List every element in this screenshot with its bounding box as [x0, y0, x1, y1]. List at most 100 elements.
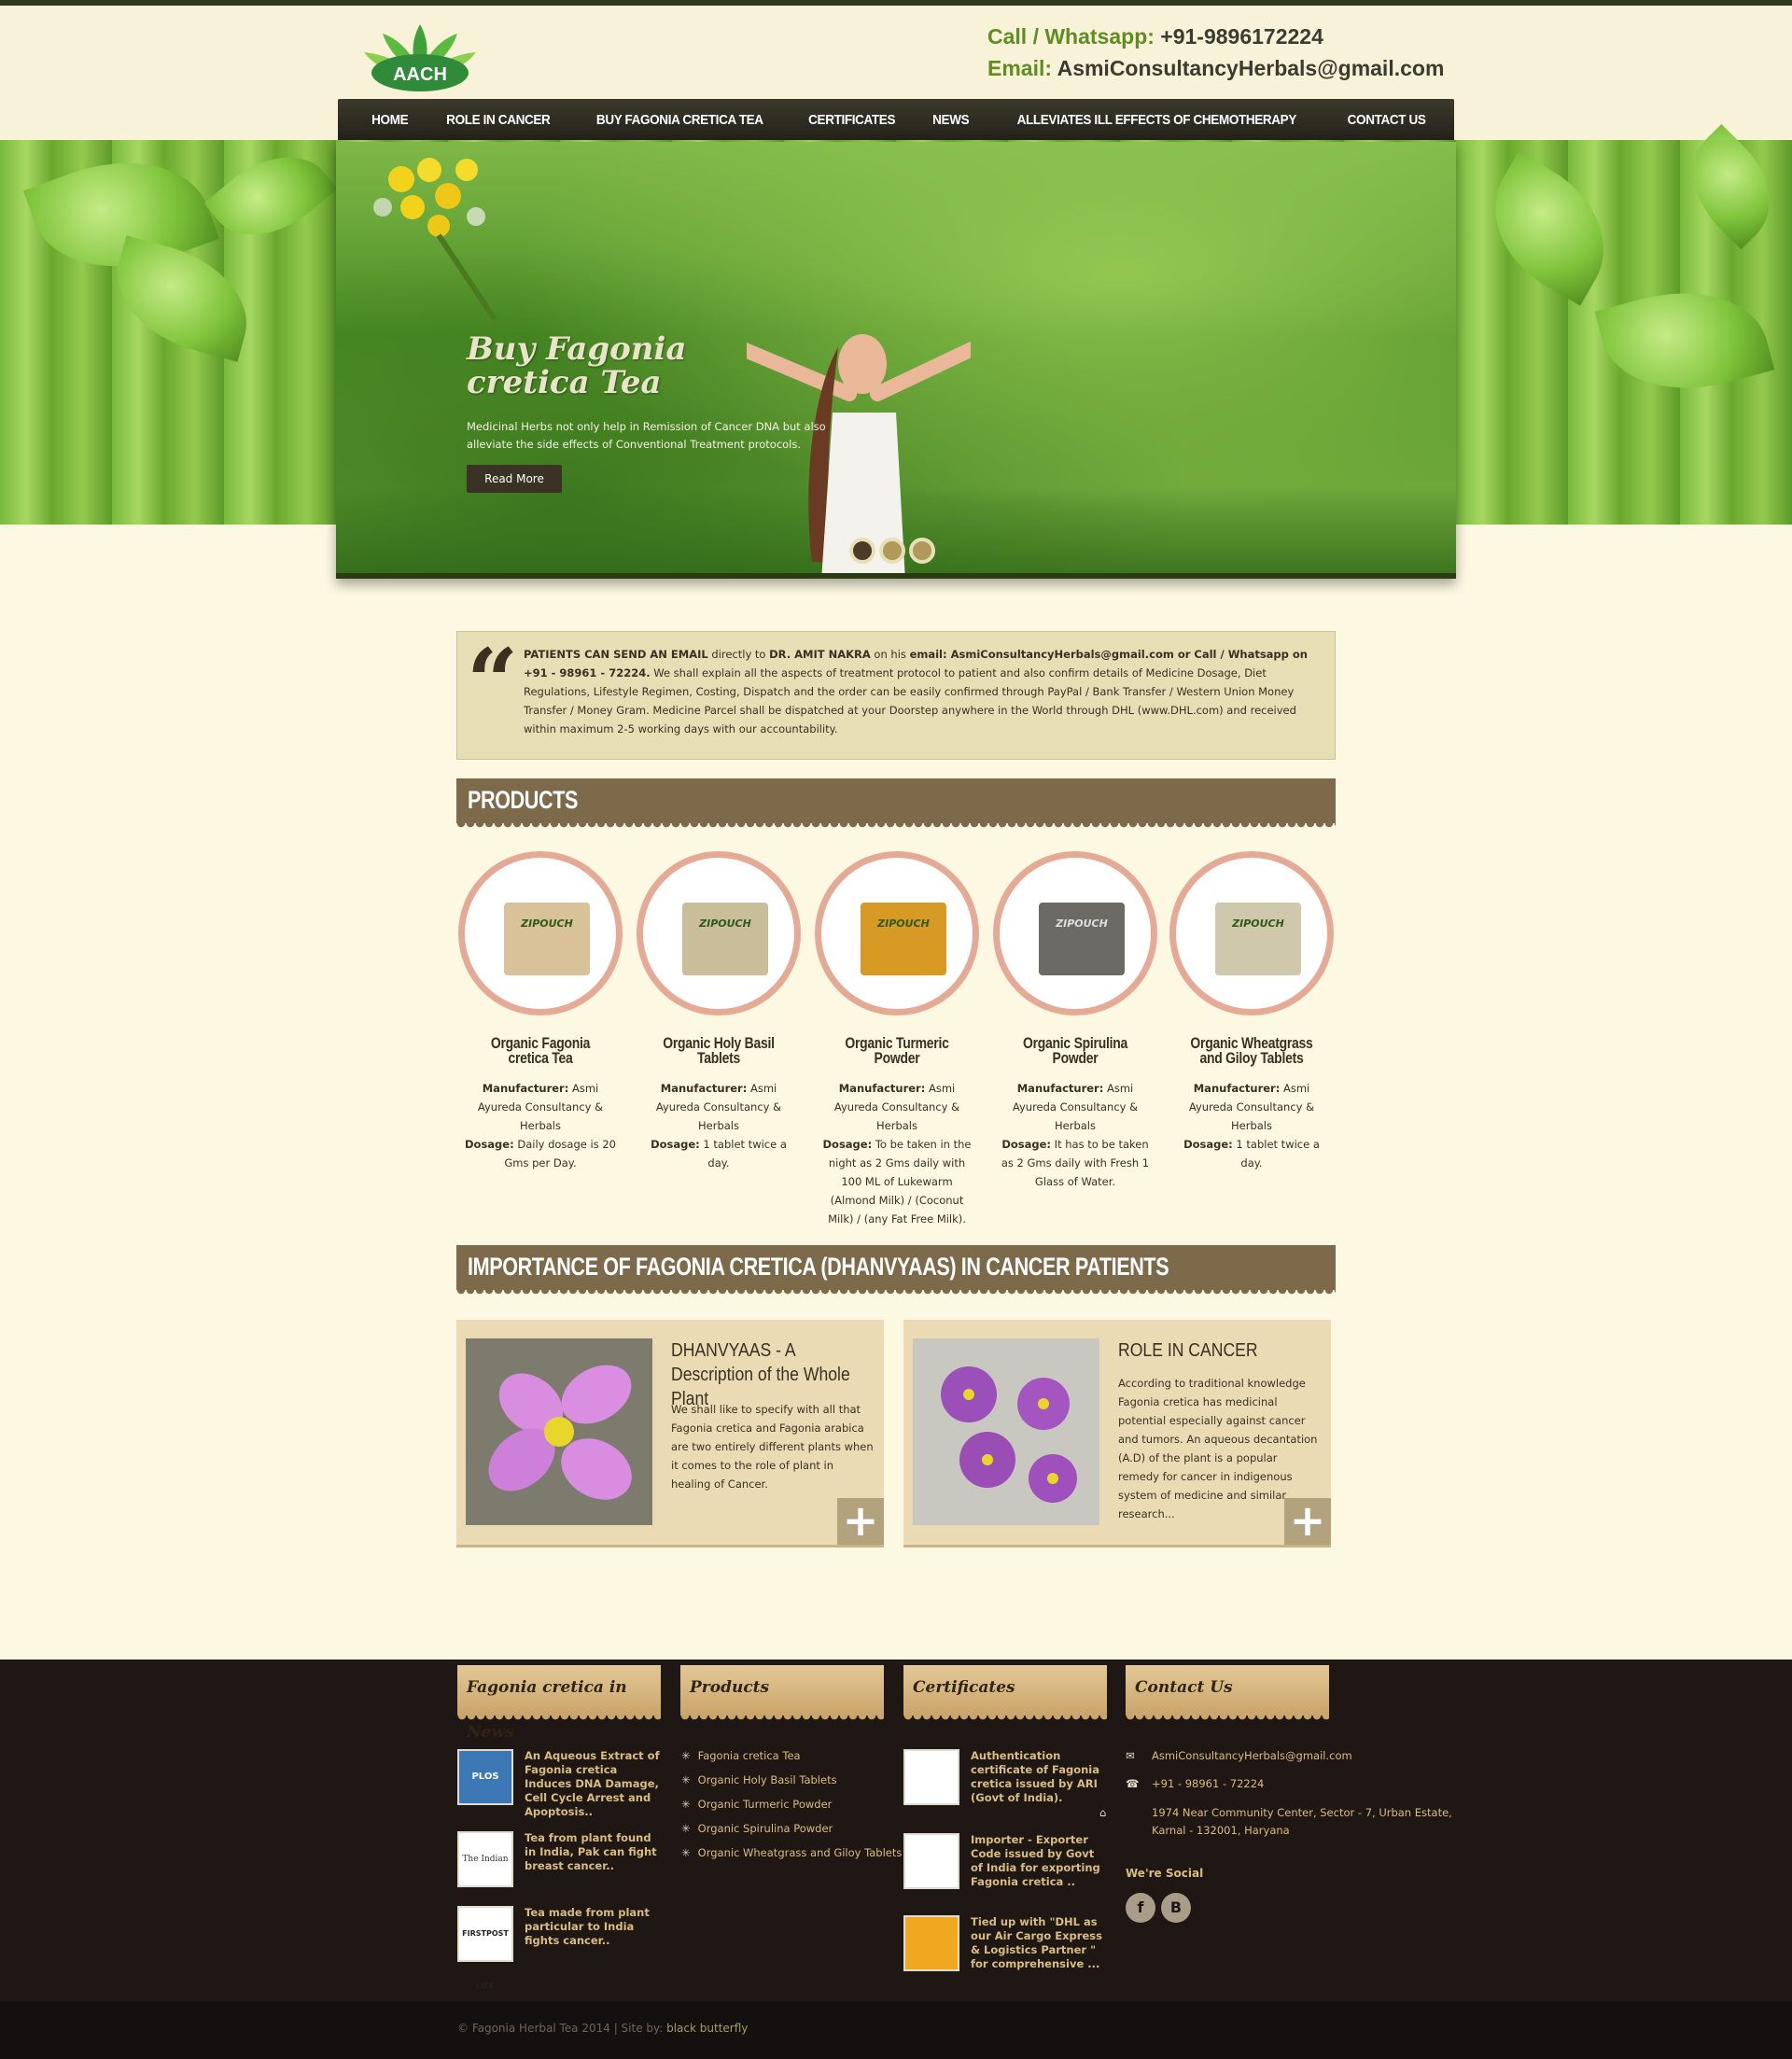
news-link[interactable]: An Aqueous Extract of Fagonia cretica In…: [525, 1749, 663, 1819]
product-card[interactable]: ZIPOUCH Organic Holy Basil Tablets Manuf…: [635, 851, 803, 1172]
certificate-link[interactable]: Importer - Exporter Code issued by Govt …: [971, 1833, 1109, 1889]
news-thumbnail[interactable]: FIRSTPOST LIFE: [457, 1906, 513, 1990]
importance-card: ROLE IN CANCER According to traditional …: [903, 1320, 1331, 1548]
footer-product-item[interactable]: ✳ Fagonia cretica Tea: [681, 1744, 902, 1768]
card-title[interactable]: ROLE IN CANCER: [1118, 1338, 1299, 1363]
product-name[interactable]: Organic Holy Basil Tablets: [650, 1035, 788, 1066]
leaf-decor: [1466, 151, 1632, 306]
certificate-link[interactable]: Tied up with "DHL as our Air Cargo Expre…: [971, 1915, 1109, 1971]
certificate-item[interactable]: Authentication certificate of Fagonia cr…: [903, 1749, 1109, 1805]
slider-dot-2[interactable]: [879, 538, 905, 564]
certificate-item[interactable]: Importer - Exporter Code issued by Govt …: [903, 1833, 1109, 1889]
news-link[interactable]: Tea from plant found in India, Pak can f…: [525, 1831, 663, 1873]
news-thumbnail[interactable]: The Indian EX: [457, 1831, 513, 1916]
nav-home[interactable]: HOME: [371, 112, 408, 128]
nav-buy-tea[interactable]: BUY FAGONIA CRETICA TEA: [596, 112, 763, 128]
footer-product-item[interactable]: ✳ Organic Spirulina Powder: [681, 1816, 902, 1841]
phone-icon: ☎: [1126, 1777, 1140, 1790]
footer-product-item[interactable]: ✳ Organic Wheatgrass and Giloy Tablets: [681, 1841, 902, 1865]
certificate-thumbnail[interactable]: [903, 1749, 959, 1805]
product-card[interactable]: ZIPOUCH Organic Fagonia cretica Tea Manu…: [456, 851, 624, 1172]
phone-value[interactable]: +91-9896172224: [1160, 24, 1323, 49]
contact-quote-box: “ PATIENTS CAN SEND AN EMAIL directly to…: [456, 631, 1336, 760]
plus-icon[interactable]: +: [837, 1498, 884, 1545]
pink-flower-image[interactable]: [466, 1338, 652, 1525]
location-icon: ⌂: [1099, 1806, 1107, 1819]
envelope-icon: ✉: [1126, 1749, 1135, 1762]
blogger-icon[interactable]: B: [1161, 1893, 1191, 1923]
slider-pagination: [849, 538, 935, 564]
asterisk-icon: ✳: [681, 1846, 691, 1859]
product-name[interactable]: Organic Wheatgrass and Giloy Tablets: [1183, 1035, 1321, 1066]
footer-products-list: ✳ Fagonia cretica Tea ✳ Organic Holy Basil…: [681, 1744, 902, 1865]
leaf-decor: [203, 131, 338, 261]
leaf-decor: [102, 235, 262, 362]
importance-heading: IMPORTANCE OF FAGONIA CRETICA (DHANVYAAS…: [456, 1245, 1336, 1296]
product-card[interactable]: ZIPOUCH Organic Turmeric Powder Manufact…: [813, 851, 981, 1228]
asterisk-icon: ✳: [681, 1798, 691, 1811]
news-item[interactable]: FIRSTPOST LIFE Tea made from plant parti…: [457, 1906, 663, 1990]
footer-bottom-bar: [0, 2001, 1792, 2059]
copyright: © Fagonia Herbal Tea 2014 | Site by: bla…: [457, 2022, 749, 2035]
logo[interactable]: AACH: [355, 19, 485, 97]
nav-certificates[interactable]: CERTIFICATES: [808, 112, 895, 128]
nav-contact-us[interactable]: CONTACT US: [1347, 112, 1425, 128]
certificate-item[interactable]: Tied up with "DHL as our Air Cargo Expre…: [903, 1915, 1109, 1971]
product-description: Manufacturer: Asmi Ayureda Consultancy &…: [822, 1082, 972, 1226]
certificate-link[interactable]: Authentication certificate of Fagonia cr…: [971, 1749, 1109, 1805]
slide-title: Buy Fagonia cretica Tea: [467, 330, 687, 401]
hero-slider: Buy Fagonia cretica Tea Medicinal Herbs …: [336, 142, 1456, 579]
footer-contact-heading: Contact Us: [1126, 1665, 1329, 1720]
footer-news-heading: Fagonia cretica in News: [457, 1665, 661, 1742]
product-description: Manufacturer: Asmi Ayureda Consultancy &…: [651, 1082, 787, 1170]
read-more-button[interactable]: Read More: [467, 465, 562, 493]
product-image[interactable]: ZIPOUCH: [815, 851, 979, 1015]
plus-icon[interactable]: +: [1284, 1498, 1331, 1545]
logo-text: AACH: [393, 64, 447, 85]
product-image[interactable]: ZIPOUCH: [458, 851, 623, 1015]
product-description: Manufacturer: Asmi Ayureda Consultancy &…: [1001, 1082, 1150, 1188]
importance-card: DHANVYAAS - A Description of the Whole P…: [456, 1320, 884, 1548]
purple-flowers-image[interactable]: [913, 1338, 1099, 1525]
certificate-thumbnail[interactable]: [903, 1833, 959, 1889]
product-image[interactable]: ZIPOUCH: [1169, 851, 1334, 1015]
footer-certificates-heading: Certificates: [903, 1665, 1107, 1720]
product-card[interactable]: ZIPOUCH Organic Wheatgrass and Giloy Tab…: [1168, 851, 1336, 1172]
footer-product-item[interactable]: ✳ Organic Holy Basil Tablets: [681, 1768, 902, 1792]
nav-role-in-cancer[interactable]: ROLE IN CANCER: [447, 112, 552, 128]
phone-label: Call / Whatsapp:: [987, 24, 1155, 49]
asterisk-icon: ✳: [681, 1773, 691, 1786]
news-thumbnail[interactable]: PLOS: [457, 1749, 513, 1805]
news-item[interactable]: The Indian EX Tea from plant found in In…: [457, 1831, 663, 1916]
quote-text: PATIENTS CAN SEND AN EMAIL directly to D…: [524, 648, 1308, 735]
product-name[interactable]: Organic Fagonia cretica Tea: [471, 1035, 609, 1066]
product-description: Manufacturer: Asmi Ayureda Consultancy &…: [465, 1082, 616, 1170]
product-name[interactable]: Organic Spirulina Powder: [1006, 1035, 1144, 1066]
news-link[interactable]: Tea made from plant particular to India …: [525, 1906, 663, 1948]
asterisk-icon: ✳: [681, 1749, 691, 1762]
leaf-decor: [1668, 123, 1792, 250]
card-text: We shall like to specify with all that F…: [671, 1403, 874, 1491]
news-item[interactable]: PLOS An Aqueous Extract of Fagonia creti…: [457, 1749, 663, 1818]
products-heading: PRODUCTS: [456, 778, 1336, 829]
site-by-link[interactable]: black butterfly: [666, 2022, 748, 2035]
product-card[interactable]: ZIPOUCH Organic Spirulina Powder Manufac…: [991, 851, 1159, 1191]
facebook-icon[interactable]: f: [1126, 1893, 1155, 1923]
slider-dot-3[interactable]: [909, 538, 935, 564]
nav-chemotherapy[interactable]: ALLEVIATES ILL EFFECTS OF CHEMOTHERAPY: [1017, 112, 1297, 128]
products-grid: ZIPOUCH Organic Fagonia cretica Tea Manu…: [456, 851, 1336, 1226]
product-description: Manufacturer: Asmi Ayureda Consultancy &…: [1183, 1082, 1320, 1170]
footer-product-item[interactable]: ✳ Organic Turmeric Powder: [681, 1792, 902, 1816]
product-name[interactable]: Organic Turmeric Powder: [828, 1035, 966, 1066]
social-heading: We're Social: [1126, 1867, 1204, 1880]
slider-dot-1[interactable]: [849, 538, 875, 564]
footer-email[interactable]: ✉ AsmiConsultancyHerbals@gmail.com: [1126, 1747, 1462, 1765]
email-value[interactable]: AsmiConsultancyHerbals@gmail.com: [1057, 56, 1445, 80]
footer-phone[interactable]: ☎ +91 - 98961 - 72224: [1126, 1775, 1462, 1793]
leaf-decor: [1594, 270, 1775, 412]
quote-icon: “: [467, 629, 519, 735]
nav-news[interactable]: NEWS: [932, 112, 969, 128]
product-image[interactable]: ZIPOUCH: [993, 851, 1157, 1015]
product-image[interactable]: ZIPOUCH: [637, 851, 801, 1015]
certificate-thumbnail[interactable]: [903, 1915, 959, 1971]
